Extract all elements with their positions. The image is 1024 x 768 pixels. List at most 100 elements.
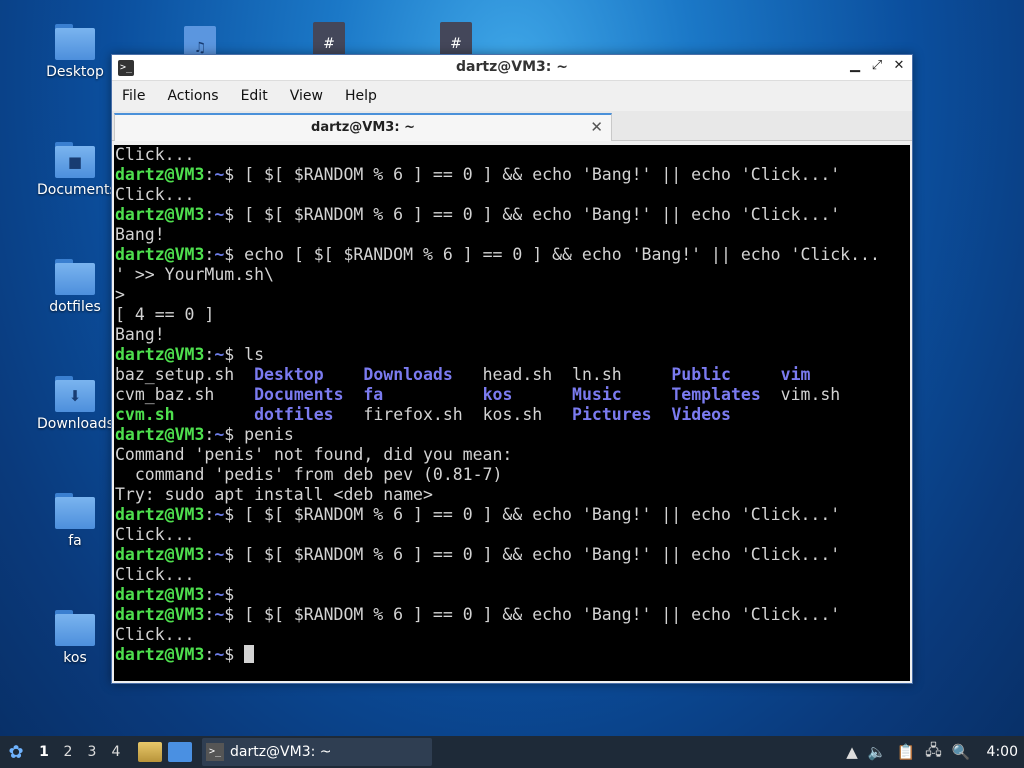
ls-entry: Templates bbox=[671, 385, 761, 404]
prompt-path: ~ bbox=[214, 205, 225, 224]
ls-spacing bbox=[175, 405, 254, 424]
folder-icon: ■ bbox=[55, 142, 95, 178]
desktop-icon-fa[interactable]: fa bbox=[37, 493, 113, 549]
ls-spacing bbox=[542, 405, 572, 424]
prompt-sep: : bbox=[204, 505, 215, 524]
workspace-2[interactable]: 2 bbox=[56, 744, 80, 760]
desktop-icon-desktop[interactable]: Desktop bbox=[37, 24, 113, 80]
ls-spacing bbox=[334, 405, 364, 424]
workspace-1[interactable]: 1 bbox=[32, 744, 56, 760]
ls-entry: dotfiles bbox=[254, 405, 334, 424]
prompt-sep: : bbox=[204, 425, 215, 444]
folder-icon bbox=[55, 493, 95, 529]
tab-bar: dartz@VM3: ~ ✕ bbox=[112, 111, 912, 141]
prompt-path: ~ bbox=[214, 245, 225, 264]
ls-entry: Documents bbox=[254, 385, 344, 404]
network-icon[interactable]: 🖧 bbox=[925, 740, 942, 765]
clipboard-icon[interactable]: 📋 bbox=[896, 743, 915, 761]
show-desktop-icon[interactable] bbox=[168, 742, 192, 762]
prompt-sep: : bbox=[204, 245, 215, 264]
prompt-dollar: $ bbox=[224, 425, 245, 444]
terminal-line: dartz@VM3:~$ [ $[ $RANDOM % 6 ] == 0 ] &… bbox=[115, 605, 910, 625]
terminal-output[interactable]: Click... dartz@VM3:~$ [ $[ $RANDOM % 6 ] … bbox=[114, 145, 910, 681]
command-text: [ $[ $RANDOM % 6 ] == 0 ] && echo 'Bang!… bbox=[244, 505, 841, 524]
prompt-dollar: $ bbox=[224, 545, 245, 564]
prompt-user: dartz@VM3 bbox=[115, 585, 205, 604]
prompt-dollar: $ bbox=[224, 585, 245, 604]
workspace-3[interactable]: 3 bbox=[80, 744, 104, 760]
output-text: Click... bbox=[115, 565, 195, 584]
terminal-line: dartz@VM3:~$ echo [ $[ $RANDOM % 6 ] == … bbox=[115, 245, 910, 265]
terminal-line: dartz@VM3:~$ penis bbox=[115, 425, 910, 445]
volume-icon[interactable]: 🔈 bbox=[868, 743, 887, 761]
prompt-sep: : bbox=[204, 345, 215, 364]
terminal-line: dartz@VM3:~$ [ $[ $RANDOM % 6 ] == 0 ] &… bbox=[115, 545, 910, 565]
prompt-sep: : bbox=[204, 205, 215, 224]
desktop-icon-label: dotfiles bbox=[49, 299, 101, 315]
ls-entry: Music bbox=[572, 385, 622, 404]
terminal-window: >_ dartz@VM3: ~ ▁ ⤢ ✕ File Actions Edit … bbox=[111, 54, 913, 684]
command-text: [ $[ $RANDOM % 6 ] == 0 ] && echo 'Bang!… bbox=[244, 165, 841, 184]
menu-file[interactable]: File bbox=[122, 88, 145, 104]
folder-icon bbox=[55, 610, 95, 646]
prompt-sep: : bbox=[204, 545, 215, 564]
ls-entry: Videos bbox=[671, 405, 731, 424]
tab-label: dartz@VM3: ~ bbox=[311, 120, 415, 135]
ls-entry: kos bbox=[482, 385, 513, 404]
ls-entry: Downloads bbox=[363, 365, 453, 384]
ls-spacing bbox=[761, 385, 781, 404]
taskbar-item-terminal[interactable]: >_ dartz@VM3: ~ bbox=[202, 738, 432, 766]
upload-icon[interactable]: ▲ bbox=[846, 743, 858, 761]
ls-spacing bbox=[214, 385, 254, 404]
terminal-line: dartz@VM3:~$ [ $[ $RANDOM % 6 ] == 0 ] &… bbox=[115, 205, 910, 225]
clock[interactable]: 4:00 bbox=[987, 744, 1018, 760]
start-menu-icon[interactable]: ✿ bbox=[0, 736, 32, 768]
menu-help[interactable]: Help bbox=[345, 88, 377, 104]
file-manager-icon[interactable] bbox=[138, 742, 162, 762]
desktop-icon-kos[interactable]: kos bbox=[37, 610, 113, 666]
command-text: [ $[ $RANDOM % 6 ] == 0 ] && echo 'Bang!… bbox=[244, 605, 841, 624]
menu-actions[interactable]: Actions bbox=[167, 88, 218, 104]
terminal-line: Click... bbox=[115, 185, 910, 205]
prompt-path: ~ bbox=[214, 605, 225, 624]
update-icon[interactable]: 🔍 bbox=[952, 743, 971, 761]
menu-view[interactable]: View bbox=[290, 88, 323, 104]
ls-entry: Public bbox=[671, 365, 731, 384]
terminal-line: dartz@VM3:~$ ls bbox=[115, 345, 910, 365]
desktop-icon-label: Downloads bbox=[37, 416, 114, 432]
prompt-sep: : bbox=[204, 585, 215, 604]
ls-spacing bbox=[552, 365, 572, 384]
terminal-icon: >_ bbox=[206, 743, 224, 761]
command-text: echo [ $[ $RANDOM % 6 ] == 0 ] && echo '… bbox=[244, 245, 880, 264]
terminal-line: command 'pedis' from deb pev (0.81-7) bbox=[115, 465, 910, 485]
ls-spacing bbox=[453, 365, 483, 384]
prompt-dollar: $ bbox=[224, 605, 245, 624]
folder-icon bbox=[55, 24, 95, 60]
terminal-line: dartz@VM3:~$ bbox=[115, 645, 910, 665]
taskbar: ✿ 1 2 3 4 >_ dartz@VM3: ~ ▲ 🔈 📋 🖧 🔍 4:00 bbox=[0, 736, 1024, 768]
desktop-icon-downloads[interactable]: ⬇ Downloads bbox=[37, 376, 114, 432]
prompt-path: ~ bbox=[214, 645, 225, 664]
terminal-line: dartz@VM3:~$ [ $[ $RANDOM % 6 ] == 0 ] &… bbox=[115, 505, 910, 525]
tab-terminal[interactable]: dartz@VM3: ~ ✕ bbox=[114, 113, 612, 141]
download-folder-icon: ⬇ bbox=[55, 376, 95, 412]
prompt-sep: : bbox=[204, 605, 215, 624]
ls-entry: head.sh bbox=[482, 365, 553, 384]
window-titlebar[interactable]: >_ dartz@VM3: ~ ▁ ⤢ ✕ bbox=[112, 55, 912, 81]
desktop-icon-dotfiles[interactable]: dotfiles bbox=[37, 259, 113, 315]
output-text: Command 'penis' not found, did you mean: bbox=[115, 445, 513, 464]
prompt-path: ~ bbox=[214, 585, 225, 604]
output-text: Click... bbox=[115, 525, 195, 544]
close-icon[interactable]: ✕ bbox=[892, 58, 906, 73]
maximize-icon[interactable]: ⤢ bbox=[870, 58, 884, 73]
terminal-line: Bang! bbox=[115, 325, 910, 345]
terminal-line: cvm_baz.sh Documents fa kos Music Templa… bbox=[115, 385, 910, 405]
desktop-icon-documents[interactable]: ■ Documents bbox=[37, 142, 117, 198]
workspace-4[interactable]: 4 bbox=[104, 744, 128, 760]
ls-entry: ln.sh bbox=[572, 365, 622, 384]
minimize-icon[interactable]: ▁ bbox=[848, 58, 862, 73]
command-text: [ $[ $RANDOM % 6 ] == 0 ] && echo 'Bang!… bbox=[244, 545, 841, 564]
tab-close-icon[interactable]: ✕ bbox=[590, 118, 603, 136]
terminal-line: Click... bbox=[115, 525, 910, 545]
menu-edit[interactable]: Edit bbox=[241, 88, 268, 104]
